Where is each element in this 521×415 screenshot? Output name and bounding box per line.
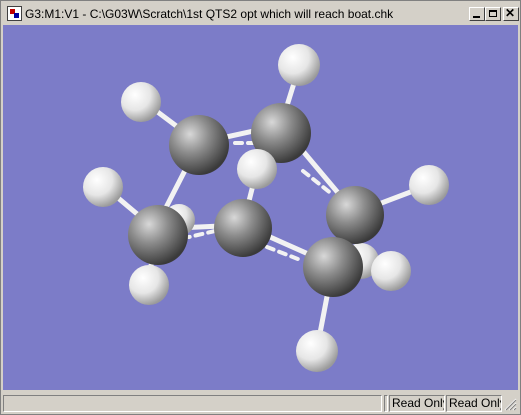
molecule-viewport[interactable]	[3, 25, 518, 390]
status-divider	[384, 395, 388, 412]
status-read-only-2: Read Only	[446, 395, 502, 412]
window-title: G3:M1:V1 - C:\G03W\Scratch\1st QTS2 opt …	[25, 7, 394, 21]
close-icon: ✕	[505, 6, 516, 20]
status-bar: Read Only Read Only	[3, 393, 518, 413]
molecule-canvas[interactable]	[3, 25, 518, 390]
carbon-atom[interactable]	[128, 205, 188, 265]
hydrogen-atom[interactable]	[371, 251, 411, 291]
app-window: G3:M1:V1 - C:\G03W\Scratch\1st QTS2 opt …	[0, 0, 521, 415]
hydrogen-atom[interactable]	[129, 265, 169, 305]
status-read-only-1: Read Only	[389, 395, 445, 412]
hydrogen-atom[interactable]	[296, 330, 338, 372]
carbon-atom[interactable]	[214, 199, 272, 257]
hydrogen-atom[interactable]	[409, 165, 449, 205]
carbon-atom[interactable]	[326, 186, 384, 244]
title-bar[interactable]: G3:M1:V1 - C:\G03W\Scratch\1st QTS2 opt …	[3, 3, 519, 25]
status-message	[3, 395, 382, 412]
minimize-button[interactable]	[469, 7, 485, 21]
app-icon[interactable]	[7, 6, 22, 21]
hydrogen-atom[interactable]	[278, 44, 320, 86]
hydrogen-atom[interactable]	[121, 82, 161, 122]
resize-grip-icon[interactable]	[503, 397, 517, 411]
minimize-icon	[473, 16, 480, 18]
maximize-icon	[489, 10, 497, 17]
hydrogen-atom[interactable]	[83, 167, 123, 207]
partial-bond	[187, 229, 217, 239]
carbon-atom[interactable]	[169, 115, 229, 175]
carbon-atom[interactable]	[303, 237, 363, 297]
maximize-button[interactable]	[485, 7, 501, 21]
close-button[interactable]: ✕	[503, 6, 519, 21]
hydrogen-atom[interactable]	[237, 149, 277, 189]
